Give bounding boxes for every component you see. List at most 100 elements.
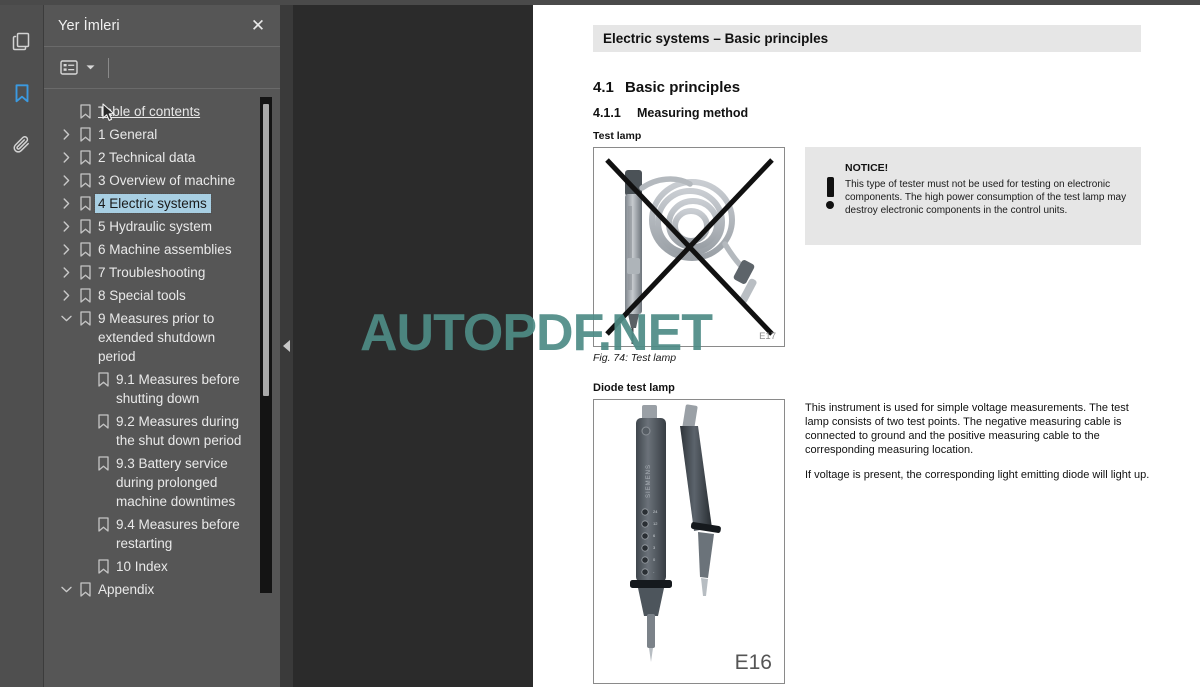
panel-collapse-handle[interactable] — [280, 5, 293, 687]
chevron-down-icon[interactable] — [57, 309, 75, 328]
chevron-down-icon[interactable] — [57, 580, 75, 599]
bookmark-item-6-machine-assemblies[interactable]: 6 Machine assemblies — [44, 238, 280, 261]
list-options-icon[interactable] — [58, 58, 80, 78]
bookmark-label: 2 Technical data — [98, 150, 196, 165]
bookmarks-panel-header: Yer İmleri ✕ — [44, 5, 280, 47]
chevron-right-icon[interactable] — [57, 240, 75, 259]
bookmark-mark-icon — [75, 263, 95, 282]
close-icon[interactable]: ✕ — [246, 14, 270, 38]
bookmark-mark-icon — [75, 580, 95, 599]
bookmark-mark-icon — [75, 240, 95, 259]
bookmark-mark-icon — [93, 515, 113, 534]
bookmark-mark-icon — [75, 125, 95, 144]
bookmark-mark-icon — [93, 557, 113, 576]
bookmark-item-1-general[interactable]: 1 General — [44, 123, 280, 146]
notice-title: NOTICE! — [845, 162, 889, 174]
bookmark-label: 9.2 Measures during the shut down period — [116, 414, 242, 448]
bookmark-item-9-4-measures-before-restarting[interactable]: 9.4 Measures before restarting — [44, 513, 280, 555]
bookmark-label: 9 Measures prior to extended shutdown pe… — [98, 311, 216, 364]
bookmark-item-appendix[interactable]: Appendix — [44, 578, 280, 601]
bookmark-label: 8 Special tools — [98, 288, 186, 303]
chevron-right-icon[interactable] — [57, 263, 75, 282]
bookmark-label: 9.1 Measures before shutting down — [116, 372, 240, 406]
bookmark-mark-icon — [93, 454, 113, 473]
section-number: 4.1 — [593, 79, 614, 96]
bookmarks-panel-button[interactable] — [4, 75, 40, 111]
bookmarks-tree[interactable]: Table of contents 1 General 2 Technical … — [44, 90, 280, 687]
chevron-right-icon[interactable] — [57, 194, 75, 213]
mouse-cursor — [102, 103, 115, 127]
figure-caption: Fig. 74: Test lamp — [593, 352, 677, 364]
svg-text:12: 12 — [653, 521, 658, 526]
section-heading: 4.1 Basic principles — [593, 79, 740, 96]
subsection-heading: 4.1.1 Measuring method — [593, 106, 748, 120]
marginal-heading-diode-test-lamp: Diode test lamp — [593, 382, 675, 394]
bookmark-mark-icon — [75, 102, 95, 121]
section-title: Basic principles — [625, 79, 741, 96]
body-paragraph: This instrument is used for simple volta… — [805, 402, 1129, 456]
bookmark-item-3-overview-of-machine[interactable]: 3 Overview of machine — [44, 169, 280, 192]
document-workspace[interactable]: Electric systems – Basic principles 4.1 B… — [293, 5, 1200, 687]
svg-text:24: 24 — [653, 509, 658, 514]
bookmarks-scrollbar[interactable] — [260, 97, 272, 593]
bookmark-item-9-1-measures-before-shutting-down[interactable]: 9.1 Measures before shutting down — [44, 368, 280, 410]
bookmark-item-8-special-tools[interactable]: 8 Special tools — [44, 284, 280, 307]
bookmarks-toolbar — [44, 47, 280, 89]
bookmark-label: 5 Hydraulic system — [98, 219, 213, 234]
figure-code: E16 — [734, 651, 772, 674]
subsection-title: Measuring method — [637, 106, 749, 120]
navigation-icon-rail — [0, 5, 44, 687]
bookmark-label: 4 Electric systems — [94, 193, 212, 214]
toolbar-separator — [108, 57, 109, 78]
body-paragraph: If voltage is present, the corresponding… — [805, 469, 1150, 481]
bookmark-item-7-troubleshooting[interactable]: 7 Troubleshooting — [44, 261, 280, 284]
chevron-right-icon[interactable] — [57, 217, 75, 236]
bookmark-label: 7 Troubleshooting — [98, 265, 206, 280]
bookmark-label: 10 Index — [116, 559, 168, 574]
bookmarks-panel-title: Yer İmleri — [58, 17, 120, 34]
attachments-panel-button[interactable] — [4, 127, 40, 163]
pages-panel-button[interactable] — [4, 23, 40, 59]
bookmark-label: 9.4 Measures before restarting — [116, 517, 240, 551]
body-text-column: This instrument is used for simple volta… — [805, 401, 1150, 493]
bookmark-mark-icon — [75, 171, 95, 190]
bookmark-label: Appendix — [98, 582, 155, 597]
bookmark-mark-icon — [75, 148, 95, 167]
twisty-placeholder — [57, 102, 75, 121]
bookmark-item-5-hydraulic-system[interactable]: 5 Hydraulic system — [44, 215, 280, 238]
bookmarks-scrollbar-thumb[interactable] — [263, 104, 269, 396]
bookmark-mark-icon — [93, 370, 113, 389]
bookmark-mark-icon — [75, 286, 95, 305]
bookmark-label: 6 Machine assemblies — [98, 242, 232, 257]
attachment-icon — [11, 134, 33, 156]
chevron-right-icon[interactable] — [57, 125, 75, 144]
bookmarks-panel: Yer İmleri ✕ Table of contents 1 General… — [44, 5, 280, 687]
bookmark-mark-icon — [75, 194, 95, 213]
exclamation-icon — [815, 159, 845, 233]
figure-code: E17 — [759, 331, 776, 342]
bookmark-item-9-measures-prior-to-extended-shutdown-period[interactable]: 9 Measures prior to extended shutdown pe… — [44, 307, 280, 368]
chevron-down-icon[interactable] — [84, 59, 96, 77]
bookmark-item-10-index[interactable]: 10 Index — [44, 555, 280, 578]
running-header: Electric systems – Basic principles — [593, 25, 1141, 52]
bookmark-icon — [11, 82, 33, 104]
diode-test-lamp-illustration: 2412 63 0- SIEMENS — [630, 404, 721, 662]
subsection-number: 4.1.1 — [593, 106, 621, 120]
bookmark-item-9-3-battery-service-during-prolonged-machine-downtimes[interactable]: 9.3 Battery service during prolonged mac… — [44, 452, 280, 513]
chevron-right-icon[interactable] — [57, 148, 75, 167]
bookmark-item-2-technical-data[interactable]: 2 Technical data — [44, 146, 280, 169]
bookmark-label: 9.3 Battery service during prolonged mac… — [116, 456, 236, 509]
marginal-heading-test-lamp: Test lamp — [593, 130, 642, 142]
chevron-right-icon[interactable] — [57, 286, 75, 305]
bookmark-item-table-of-contents[interactable]: Table of contents — [44, 100, 280, 123]
document-page: Electric systems – Basic principles 4.1 B… — [533, 5, 1200, 687]
svg-text:SIEMENS: SIEMENS — [646, 464, 652, 498]
chevron-right-icon[interactable] — [57, 171, 75, 190]
bookmark-label: 3 Overview of machine — [98, 173, 236, 188]
test-lamp-illustration — [605, 158, 774, 344]
bookmark-item-9-2-measures-during-the-shut-down-period[interactable]: 9.2 Measures during the shut down period — [44, 410, 280, 452]
figure-diode-test-lamp: 24 12 63 0- SIEMENS E16 — [593, 399, 785, 684]
pages-icon — [11, 30, 33, 52]
bookmark-item-4-electric-systems[interactable]: 4 Electric systems — [44, 192, 280, 215]
figure-test-lamp: E17 — [593, 147, 785, 347]
